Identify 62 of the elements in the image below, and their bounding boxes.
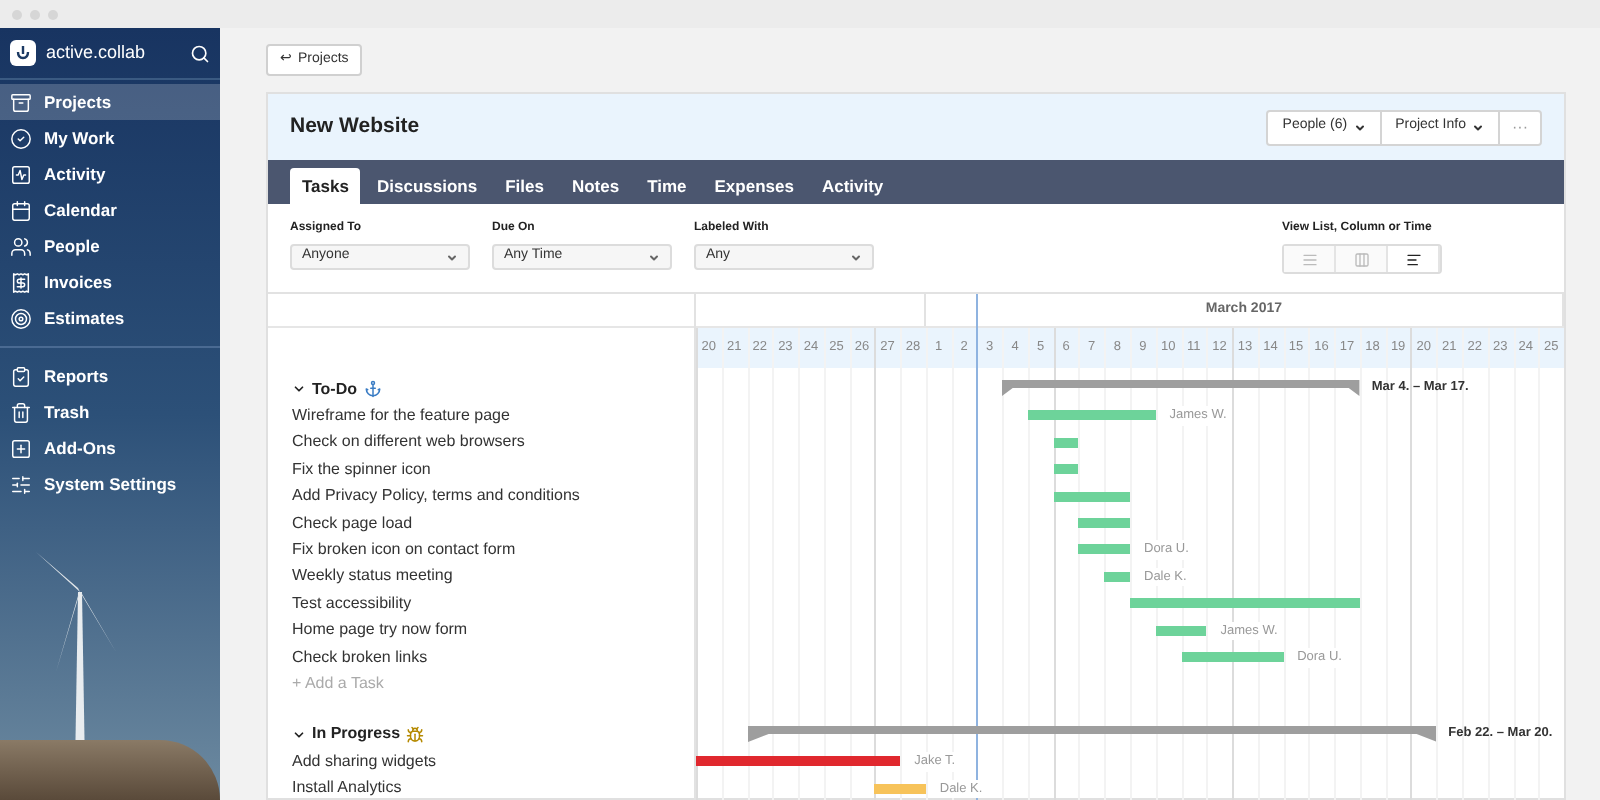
menu-icon [10, 91, 32, 113]
tab[interactable]: Expenses [702, 168, 806, 204]
caret-icon [648, 251, 660, 263]
task-name[interactable]: Add Privacy Policy, terms and conditions [292, 484, 580, 509]
task-name[interactable]: Add sharing widgets [292, 749, 437, 774]
task-name[interactable]: Wireframe for the feature page [292, 404, 510, 429]
sidebar-item[interactable]: Estimates [0, 300, 220, 336]
tab[interactable]: Files [493, 168, 556, 204]
sidebar-item[interactable]: My Work [0, 120, 220, 156]
task-name[interactable]: Install Analytics [292, 776, 402, 800]
task-name[interactable]: Test accessibility [292, 591, 412, 616]
app-logo-icon [10, 40, 36, 66]
menu-icon [10, 163, 32, 185]
menu-icon [10, 235, 32, 257]
menu-icon [10, 199, 32, 221]
list-view-icon [1301, 251, 1317, 267]
menu-icon [10, 437, 32, 459]
task-bar[interactable] [696, 756, 901, 767]
tab[interactable]: Tasks [290, 168, 361, 204]
collapse-caret-icon[interactable] [292, 727, 306, 742]
caret-icon [850, 251, 862, 263]
time-view-icon [1405, 251, 1421, 267]
tab[interactable]: Notes [559, 168, 632, 204]
task-name[interactable]: Home page try now form [292, 618, 468, 643]
caret-icon [1353, 121, 1366, 133]
menu-icon [10, 127, 32, 149]
menu-icon [10, 365, 32, 387]
caret-icon [1472, 121, 1484, 133]
sidebar-item[interactable]: Trash [0, 394, 220, 430]
sidebar-item[interactable]: People [0, 228, 220, 264]
anchor-icon [363, 380, 382, 399]
task-name[interactable]: Fix broken icon on contact form [292, 538, 516, 563]
brand-name: active.collab [46, 39, 148, 66]
sidebar-item[interactable]: Calendar [0, 192, 220, 228]
task-list-title[interactable]: To-Do [312, 377, 358, 402]
task-name[interactable]: Weekly status meeting [292, 564, 453, 589]
tab[interactable]: Time [635, 168, 699, 204]
search-icon[interactable] [190, 43, 210, 63]
sidebar-item[interactable]: Invoices [0, 264, 220, 300]
collapse-caret-icon[interactable] [292, 382, 306, 397]
sidebar-item[interactable]: Projects [0, 84, 220, 120]
column-view-icon [1353, 251, 1369, 267]
menu-icon [10, 473, 32, 495]
task-name[interactable]: Check broken links [292, 645, 428, 670]
task-name[interactable]: Fix the spinner icon [292, 457, 431, 482]
task-list-title[interactable]: In Progress [312, 722, 401, 747]
sidebar-item[interactable]: Activity [0, 156, 220, 192]
caret-icon [446, 251, 458, 263]
menu-icon [10, 307, 32, 329]
sidebar-item[interactable]: Reports [0, 358, 220, 394]
sidebar-item[interactable]: Add-Ons [0, 430, 220, 466]
task-name[interactable]: Check on different web browsers [292, 430, 525, 455]
sidebar-item[interactable]: System Settings [0, 466, 220, 502]
tab[interactable]: Activity [809, 168, 896, 204]
bug-icon [406, 725, 425, 744]
project-title: New Website [290, 111, 422, 142]
menu-icon [10, 401, 32, 423]
view-toggle-button[interactable] [1284, 246, 1336, 272]
menu-icon [10, 271, 32, 293]
task-name[interactable]: Check page load [292, 511, 413, 536]
view-toggle-button[interactable] [1336, 246, 1388, 272]
tab[interactable]: Discussions [364, 168, 490, 204]
